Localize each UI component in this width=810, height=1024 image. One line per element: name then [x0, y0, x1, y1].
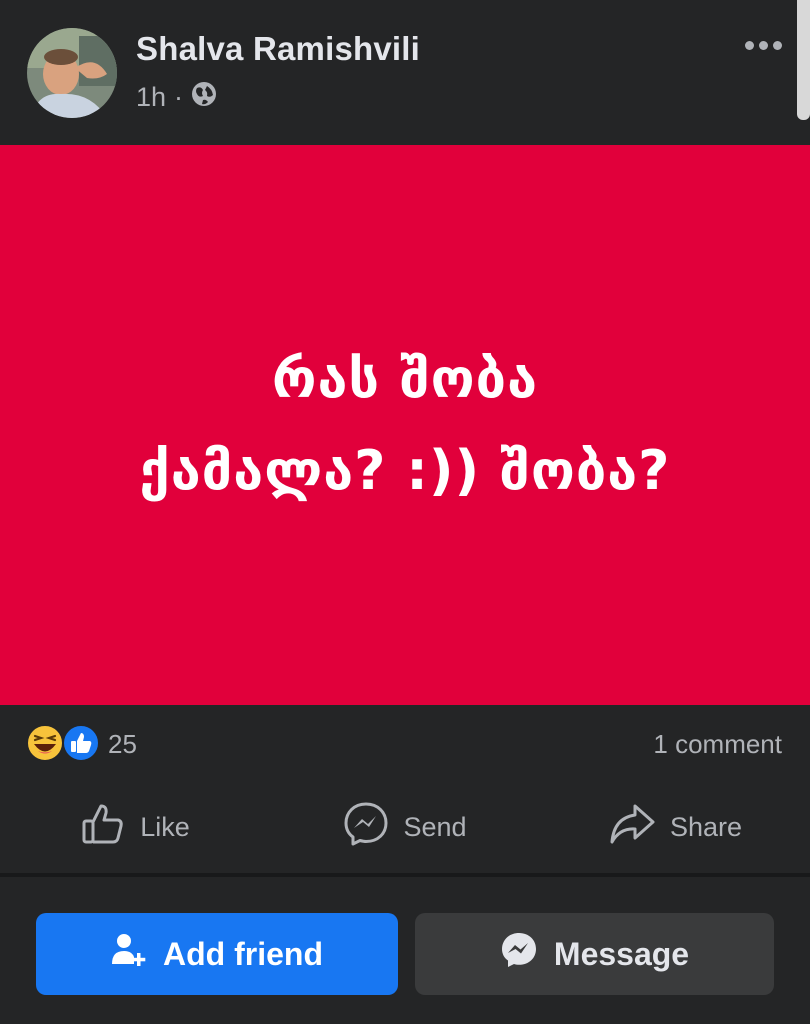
- messenger-icon: [500, 931, 538, 977]
- post-meta: 1h ·: [136, 80, 217, 114]
- add-friend-button[interactable]: Add friend: [36, 913, 398, 995]
- post-header: Shalva Ramishvili 1h ·: [0, 0, 810, 145]
- add-friend-label: Add friend: [163, 935, 323, 972]
- add-friend-icon: [111, 932, 147, 976]
- like-button[interactable]: Like: [0, 781, 270, 873]
- more-options-icon[interactable]: [738, 30, 788, 60]
- profile-photo: [27, 28, 117, 118]
- share-icon: [608, 801, 656, 854]
- post-text-line-2: ქამალა? :)) შობა?: [139, 439, 671, 502]
- reaction-icons[interactable]: [26, 723, 106, 763]
- send-button[interactable]: Send: [270, 781, 540, 873]
- post-text-line-1: რას შობა: [271, 347, 538, 410]
- thumbs-up-icon: [80, 801, 126, 854]
- post-time[interactable]: 1h: [136, 82, 166, 113]
- message-button[interactable]: Message: [415, 913, 774, 995]
- post-actions: Like Send Share: [0, 781, 810, 873]
- share-button[interactable]: Share: [540, 781, 810, 873]
- post-text-image[interactable]: რას შობა ქამალა? :)) შობა?: [0, 145, 810, 705]
- haha-emoji-icon: [26, 724, 64, 762]
- avatar[interactable]: [27, 28, 117, 118]
- meta-separator: ·: [174, 81, 184, 112]
- messenger-icon: [343, 801, 389, 854]
- share-label: Share: [669, 811, 743, 842]
- reaction-count[interactable]: 25: [108, 729, 137, 760]
- profile-actions: Add friend Message: [0, 877, 810, 1024]
- author-name[interactable]: Shalva Ramishvili: [136, 30, 420, 68]
- like-reaction-icon: [62, 724, 100, 762]
- globe-icon: [191, 81, 217, 114]
- scrollbar[interactable]: [797, 0, 810, 120]
- send-label: Send: [403, 811, 467, 842]
- reactions-bar: 25 1 comment: [0, 705, 810, 781]
- like-label: Like: [140, 811, 190, 842]
- comment-count[interactable]: 1 comment: [653, 729, 782, 760]
- message-label: Message: [553, 935, 690, 972]
- post-text: რას შობა ქამალა? :)) შობა?: [140, 333, 671, 517]
